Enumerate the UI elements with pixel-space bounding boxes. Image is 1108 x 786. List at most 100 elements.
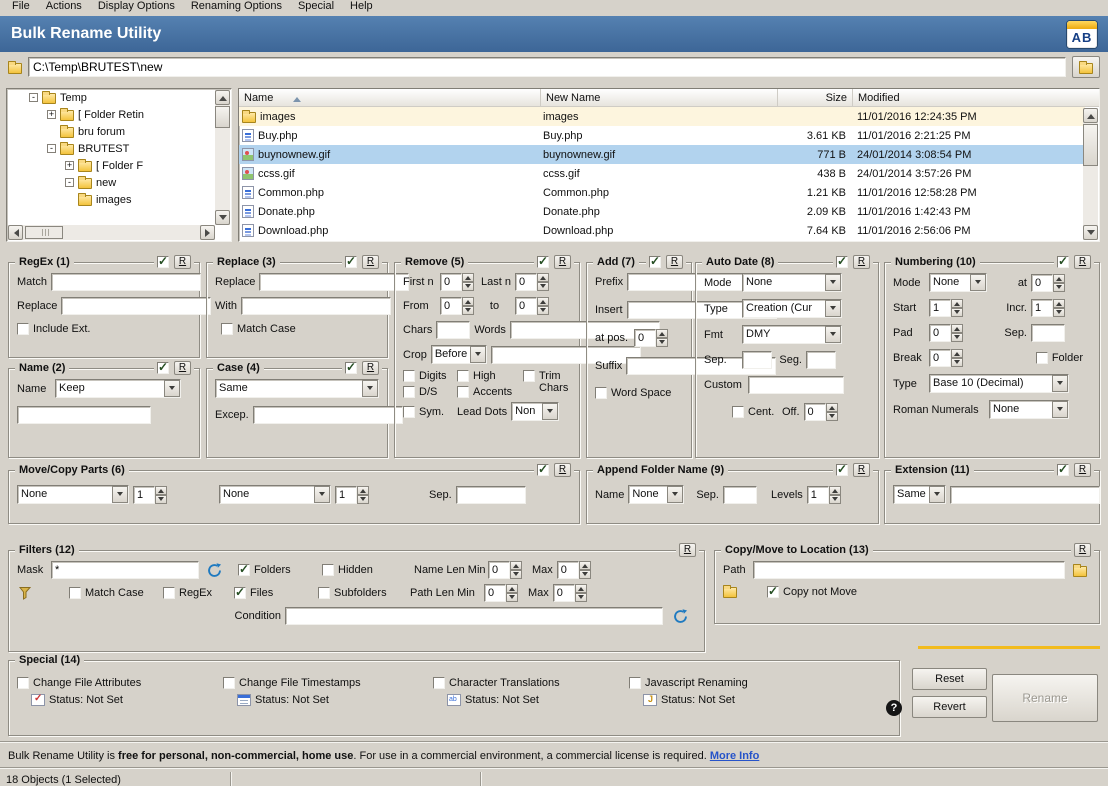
dropdown-arrow-icon[interactable]: [112, 486, 128, 503]
word-space-checkbox[interactable]: [595, 387, 607, 399]
dropdown-arrow-icon[interactable]: [542, 403, 558, 420]
location-path-input[interactable]: [753, 561, 1065, 579]
filters-regex-checkbox[interactable]: [163, 587, 175, 599]
dropdown-arrow-icon[interactable]: [929, 486, 945, 503]
dropdown-arrow-icon[interactable]: [362, 380, 378, 397]
help-icon[interactable]: ?: [886, 700, 902, 716]
spinner-down-button[interactable]: [579, 570, 591, 579]
case-mode-dropdown[interactable]: Same: [215, 379, 379, 398]
spinner-up-button[interactable]: [506, 584, 518, 593]
more-info-link[interactable]: More Info: [710, 750, 760, 762]
tree-item-folder-f[interactable]: +[ Folder F: [7, 157, 231, 174]
part1-mode-dropdown[interactable]: None: [17, 485, 129, 504]
file-row-buynownew-gif-selected[interactable]: buynownew.gif buynownew.gif 771 B 24/01/…: [239, 145, 1085, 164]
crop-mode-dropdown[interactable]: Before: [431, 345, 487, 364]
spinner-down-button[interactable]: [951, 308, 963, 317]
offset-spinner[interactable]: 0: [804, 403, 838, 421]
regex-enabled-checkbox[interactable]: [157, 256, 169, 268]
add-enabled-checkbox[interactable]: [649, 256, 661, 268]
spinner-up-button[interactable]: [829, 486, 841, 495]
auto-date-enabled-checkbox[interactable]: [836, 256, 848, 268]
spinner-up-button[interactable]: [537, 273, 549, 282]
replace-enabled-checkbox[interactable]: [345, 256, 357, 268]
replace-search-input[interactable]: [259, 273, 409, 291]
spinner-up-button[interactable]: [1053, 274, 1065, 283]
regex-match-input[interactable]: [51, 273, 201, 291]
scroll-down-button[interactable]: [1083, 225, 1098, 240]
spinner-down-button[interactable]: [951, 358, 963, 367]
spinner-down-button[interactable]: [575, 593, 587, 602]
filter-funnel-icon[interactable]: [19, 586, 33, 600]
century-checkbox[interactable]: [732, 406, 744, 418]
scrollbar-thumb[interactable]: [215, 106, 230, 128]
scroll-up-button[interactable]: [215, 90, 230, 105]
scroll-up-button[interactable]: [1083, 108, 1098, 123]
spinner-down-button[interactable]: [1053, 283, 1065, 292]
spinner-up-button[interactable]: [951, 299, 963, 308]
first-n-spinner[interactable]: 0: [440, 273, 474, 291]
collapse-icon[interactable]: -: [47, 144, 56, 153]
regex-reset-button[interactable]: R: [174, 255, 191, 269]
part2-mode-dropdown[interactable]: None: [219, 485, 331, 504]
spinner-down-button[interactable]: [462, 282, 474, 291]
file-row-donate-php[interactable]: Donate.php Donate.php 2.09 KB 11/01/2016…: [239, 202, 1085, 221]
change-file-timestamps-checkbox[interactable]: [223, 677, 235, 689]
auto-date-mode-dropdown[interactable]: None: [742, 273, 842, 292]
dropdown-arrow-icon[interactable]: [1052, 375, 1068, 392]
append-name-dropdown[interactable]: None: [628, 485, 684, 504]
case-enabled-checkbox[interactable]: [345, 362, 357, 374]
refresh-icon[interactable]: [673, 609, 688, 624]
spinner-down-button[interactable]: [510, 570, 522, 579]
dropdown-arrow-icon[interactable]: [825, 274, 841, 291]
tree-item-new[interactable]: -new: [7, 174, 231, 191]
filters-reset-button[interactable]: R: [679, 543, 696, 557]
trim-chars-checkbox[interactable]: [523, 370, 535, 382]
menu-help[interactable]: Help: [342, 0, 381, 13]
column-header-name[interactable]: Name: [239, 89, 541, 107]
scroll-right-button[interactable]: [200, 225, 215, 240]
folder-numbering-checkbox[interactable]: [1036, 352, 1048, 364]
spinner-up-button[interactable]: [357, 486, 369, 495]
extension-mode-dropdown[interactable]: Same: [893, 485, 946, 504]
symbols-checkbox[interactable]: [403, 406, 415, 418]
name-text-input[interactable]: [17, 406, 151, 424]
list-vertical-scrollbar[interactable]: [1083, 108, 1098, 240]
collapse-icon[interactable]: -: [29, 93, 38, 102]
spinner-down-button[interactable]: [357, 495, 369, 504]
numbering-enabled-checkbox[interactable]: [1057, 256, 1069, 268]
name-mode-dropdown[interactable]: Keep: [55, 379, 181, 398]
file-row-common-php[interactable]: Common.php Common.php 1.21 KB 11/01/2016…: [239, 183, 1085, 202]
spinner-down-button[interactable]: [462, 306, 474, 315]
spinner-up-button[interactable]: [1053, 299, 1065, 308]
spinner-down-button[interactable]: [537, 282, 549, 291]
move-copy-enabled-checkbox[interactable]: [537, 464, 549, 476]
spinner-down-button[interactable]: [829, 495, 841, 504]
dropdown-arrow-icon[interactable]: [470, 346, 486, 363]
name-reset-button[interactable]: R: [174, 361, 191, 375]
tree-item-folder-retention[interactable]: +[ Folder Retin: [7, 106, 231, 123]
include-ext-checkbox[interactable]: [17, 323, 29, 335]
spinner-up-button[interactable]: [575, 584, 587, 593]
spinner-down-button[interactable]: [656, 338, 668, 347]
auto-date-reset-button[interactable]: R: [853, 255, 870, 269]
spinner-up-button[interactable]: [462, 273, 474, 282]
part1-count-spinner[interactable]: 1: [133, 486, 167, 504]
auto-date-custom-input[interactable]: [748, 376, 844, 394]
levels-spinner[interactable]: 1: [807, 486, 841, 504]
hidden-checkbox[interactable]: [322, 564, 334, 576]
change-file-attributes-checkbox[interactable]: [17, 677, 29, 689]
auto-date-format-dropdown[interactable]: DMY: [742, 325, 842, 344]
column-header-size[interactable]: Size: [778, 89, 853, 107]
tree-item-brutest[interactable]: -BRUTEST: [7, 140, 231, 157]
column-header-new-name[interactable]: New Name: [541, 89, 778, 107]
tree-item-images[interactable]: images: [7, 191, 231, 208]
revert-button[interactable]: Revert: [912, 696, 987, 718]
break-spinner[interactable]: 0: [929, 349, 963, 367]
numbering-at-spinner[interactable]: 0: [1031, 274, 1065, 292]
spinner-down-button[interactable]: [506, 593, 518, 602]
last-n-spinner[interactable]: 0: [515, 273, 549, 291]
spinner-up-button[interactable]: [951, 324, 963, 333]
remove-enabled-checkbox[interactable]: [537, 256, 549, 268]
file-row-ccss-gif[interactable]: ccss.gif ccss.gif 438 B 24/01/2014 3:57:…: [239, 164, 1085, 183]
replace-with-input[interactable]: [241, 297, 391, 315]
